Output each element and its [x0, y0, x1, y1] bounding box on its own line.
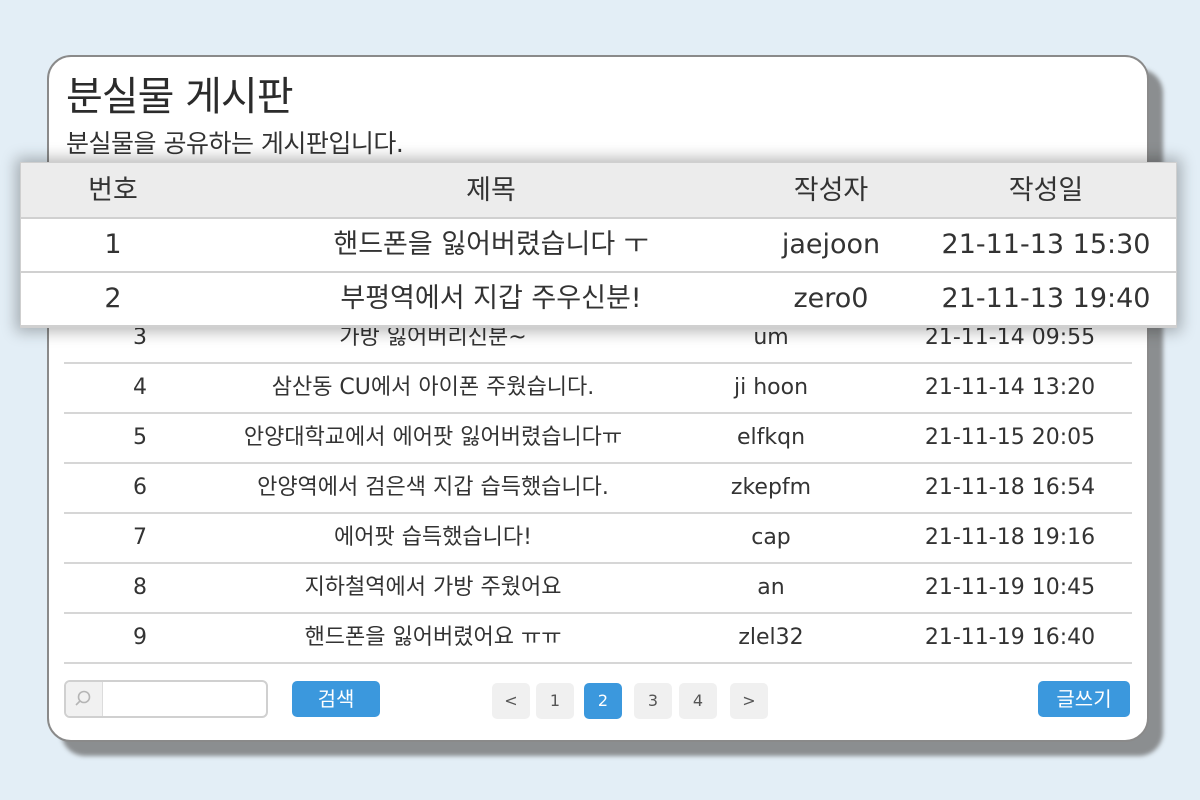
row-date: 21-11-18 19:16 [924, 525, 1096, 550]
row-title-link[interactable]: 삼산동 CU에서 아이폰 주웠습니다. [190, 364, 676, 412]
pagination-page-4[interactable]: 4 [679, 683, 717, 719]
row-author: cap [751, 525, 791, 550]
column-header-title: 제목 [466, 175, 516, 206]
table-row[interactable]: 8 지하철역에서 가방 주웠어요 an 21-11-19 10:45 [64, 564, 1132, 614]
row-date: 21-11-15 20:05 [924, 425, 1096, 450]
row-number: 4 [133, 375, 147, 400]
row-number: 6 [133, 475, 147, 500]
row-title-link[interactable]: 핸드폰을 잃어버렸습니다 ㅜ [231, 219, 751, 271]
row-number: 2 [104, 283, 122, 314]
row-date: 21-11-18 16:54 [924, 475, 1096, 500]
row-number: 8 [133, 575, 147, 600]
row-number: 1 [104, 229, 122, 260]
page-subtitle: 분실물을 공유하는 게시판입니다. [66, 129, 404, 158]
row-author: jaejoon [781, 229, 881, 260]
row-date: 21-11-13 15:30 [941, 229, 1151, 260]
table-row[interactable]: 2 부평역에서 지갑 주우신분! zero0 21-11-13 19:40 [21, 273, 1176, 327]
write-post-button[interactable]: 글쓰기 [1038, 681, 1130, 717]
table-row[interactable]: 1 핸드폰을 잃어버렸습니다 ㅜ jaejoon 21-11-13 15:30 [21, 219, 1176, 273]
column-header-author: 작성자 [793, 175, 869, 206]
row-author: zkepfm [730, 475, 812, 500]
table-row[interactable]: 7 에어팟 습득했습니다! cap 21-11-18 19:16 [64, 514, 1132, 564]
table-row[interactable]: 4 삼산동 CU에서 아이폰 주웠습니다. ji hoon 21-11-14 1… [64, 364, 1132, 414]
table-row[interactable]: 9 핸드폰을 잃어버렸어요 ㅠㅠ zlel32 21-11-19 16:40 [64, 614, 1132, 664]
row-date: 21-11-19 16:40 [924, 625, 1096, 650]
pagination-page-2-current[interactable]: 2 [584, 683, 622, 719]
row-author: zlel32 [738, 625, 804, 650]
row-title-link[interactable]: 핸드폰을 잃어버렸어요 ㅠㅠ [190, 614, 676, 662]
pagination-next-button[interactable]: > [730, 683, 768, 719]
pagination-page-3[interactable]: 3 [634, 683, 672, 719]
row-title-link[interactable]: 안양역에서 검은색 지갑 습득했습니다. [190, 464, 676, 512]
page-title: 분실물 게시판 [66, 74, 294, 120]
pagination-prev-button[interactable]: < [492, 683, 530, 719]
row-number: 7 [133, 525, 147, 550]
row-title-link[interactable]: 안양대학교에서 에어팟 잃어버렸습니다ㅠ [190, 414, 676, 462]
row-date: 21-11-19 10:45 [924, 575, 1096, 600]
column-header-number: 번호 [88, 175, 138, 206]
table-row[interactable]: 5 안양대학교에서 에어팟 잃어버렸습니다ㅠ elfkqn 21-11-15 2… [64, 414, 1132, 464]
table-row[interactable]: 6 안양역에서 검은색 지갑 습득했습니다. zkepfm 21-11-18 1… [64, 464, 1132, 514]
row-number: 9 [133, 625, 147, 650]
search-button[interactable]: 검색 [292, 681, 380, 717]
table-header: 번호 제목 작성자 작성일 [21, 163, 1176, 219]
row-date: 21-11-14 13:20 [924, 375, 1096, 400]
search-input[interactable] [103, 682, 263, 716]
row-number: 5 [133, 425, 147, 450]
row-author: zero0 [793, 283, 869, 314]
row-author: an [757, 575, 785, 600]
row-title-link[interactable]: 지하철역에서 가방 주웠어요 [190, 564, 676, 612]
row-author: elfkqn [736, 425, 806, 450]
table-header-overlay: 번호 제목 작성자 작성일 1 핸드폰을 잃어버렸습니다 ㅜ jaejoon 2… [20, 162, 1177, 328]
search-icon [66, 682, 103, 716]
row-title-link[interactable]: 에어팟 습득했습니다! [190, 514, 676, 562]
row-author: ji hoon [733, 375, 809, 400]
search-box[interactable] [64, 680, 268, 718]
column-header-date: 작성일 [1008, 175, 1084, 206]
row-title-link[interactable]: 부평역에서 지갑 주우신분! [231, 273, 751, 325]
pagination-page-1[interactable]: 1 [536, 683, 574, 719]
row-date: 21-11-13 19:40 [941, 283, 1151, 314]
